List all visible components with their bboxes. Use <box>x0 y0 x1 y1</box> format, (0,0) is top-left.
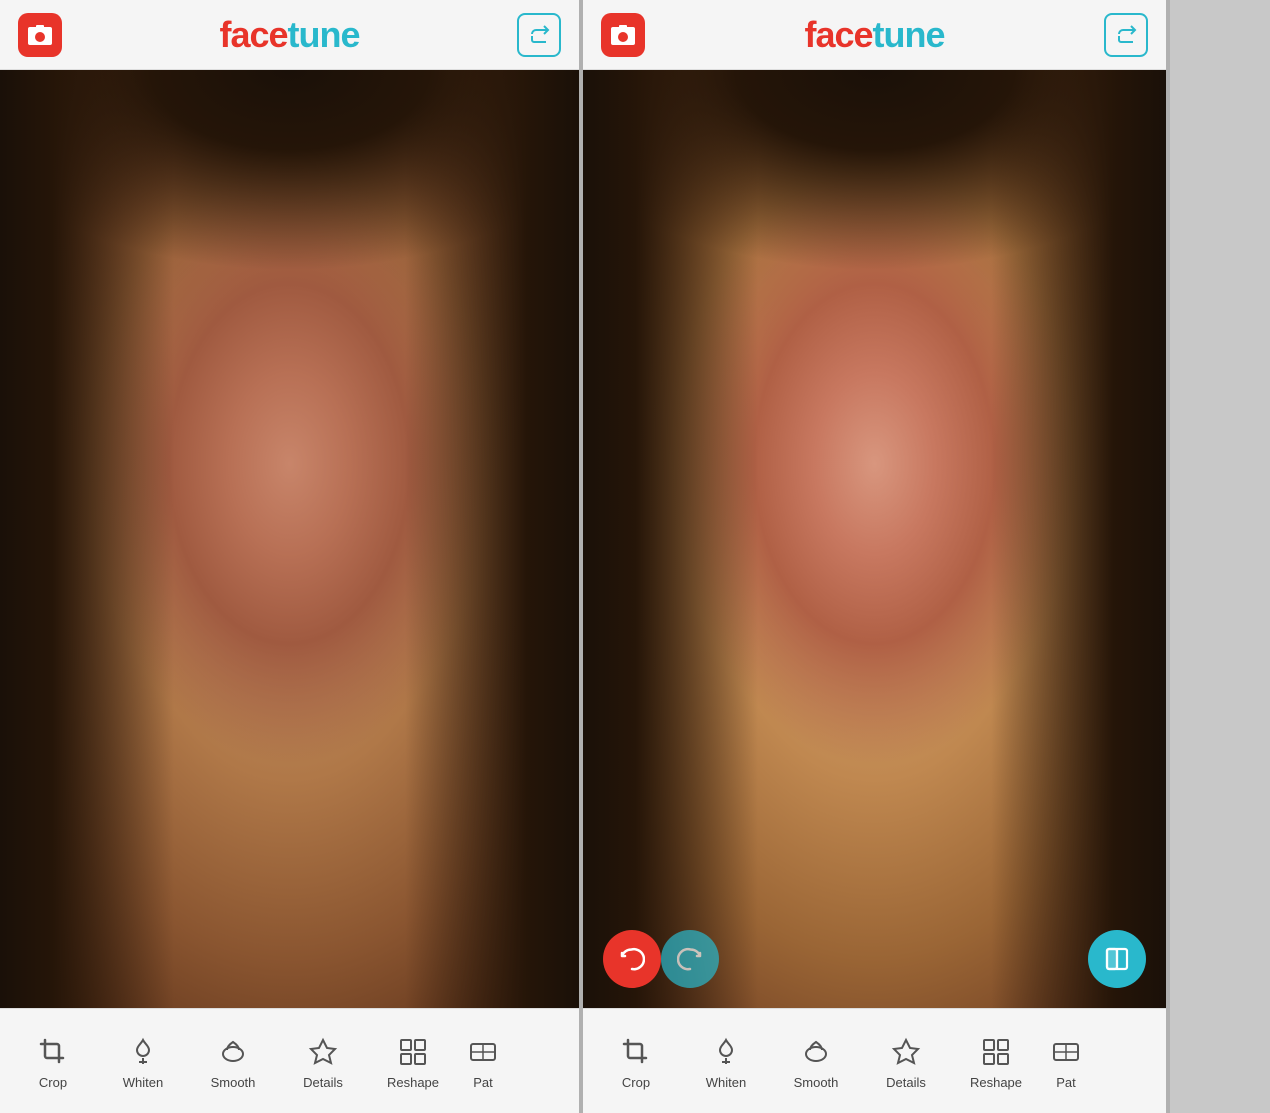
hair-right-right <box>991 70 1166 1008</box>
photo-library-button-right[interactable] <box>601 13 645 57</box>
hair-left <box>0 70 174 1008</box>
reshape-icon <box>394 1033 432 1071</box>
left-panel: facetune Crop <box>0 0 583 1113</box>
details-icon-right <box>887 1033 925 1071</box>
app-logo: facetune <box>219 14 359 56</box>
whiten-label-right: Whiten <box>706 1075 746 1090</box>
redo-icon <box>677 946 703 972</box>
tool-details-right[interactable]: Details <box>861 1025 951 1098</box>
patch-label-right: Pat <box>1056 1075 1076 1090</box>
whiten-icon <box>124 1033 162 1071</box>
reshape-icon-right <box>977 1033 1015 1071</box>
logo-face-text-right: face <box>804 14 872 55</box>
tool-details-left[interactable]: Details <box>278 1025 368 1098</box>
tool-reshape-right[interactable]: Reshape <box>951 1025 1041 1098</box>
top-bar-left: facetune <box>0 0 579 70</box>
tool-smooth-left[interactable]: Smooth <box>188 1025 278 1098</box>
hair-left-right <box>583 70 758 1008</box>
logo-face-text: face <box>219 14 287 55</box>
undo-icon <box>619 946 645 972</box>
details-label-right: Details <box>886 1075 926 1090</box>
tool-patch-left[interactable]: Pat <box>458 1025 508 1098</box>
share-button-right[interactable] <box>1104 13 1148 57</box>
undo-button[interactable] <box>603 930 661 988</box>
crop-icon-right <box>617 1033 655 1071</box>
crop-icon <box>34 1033 72 1071</box>
share-icon <box>528 24 550 46</box>
hair-right <box>405 70 579 1008</box>
tool-reshape-left[interactable]: Reshape <box>368 1025 458 1098</box>
tool-patch-right[interactable]: Pat <box>1041 1025 1091 1098</box>
toolbar-right: Crop Whiten Smooth <box>583 1008 1166 1113</box>
photo-library-button[interactable] <box>18 13 62 57</box>
smooth-label: Smooth <box>211 1075 256 1090</box>
top-bar-right: facetune <box>583 0 1166 70</box>
app-logo-right: facetune <box>804 14 944 56</box>
right-panel: facetune <box>583 0 1170 1113</box>
tool-whiten-left[interactable]: Whiten <box>98 1025 188 1098</box>
tool-smooth-right[interactable]: Smooth <box>771 1025 861 1098</box>
hair-top-right <box>583 70 1166 398</box>
after-photo <box>583 70 1166 1008</box>
smooth-icon <box>214 1033 252 1071</box>
after-image-area <box>583 70 1166 1008</box>
smooth-icon-right <box>797 1033 835 1071</box>
compare-button[interactable] <box>1088 930 1146 988</box>
photo-icon <box>27 24 53 46</box>
photo-icon-right <box>610 24 636 46</box>
logo-tune-text-right: tune <box>873 14 945 55</box>
details-label: Details <box>303 1075 343 1090</box>
before-image-area <box>0 70 579 1008</box>
details-icon <box>304 1033 342 1071</box>
patch-icon-right <box>1047 1033 1085 1071</box>
toolbar-left: Crop Whiten Smooth <box>0 1008 579 1113</box>
redo-button[interactable] <box>661 930 719 988</box>
crop-label: Crop <box>39 1075 67 1090</box>
tool-crop-right[interactable]: Crop <box>591 1025 681 1098</box>
smooth-label-right: Smooth <box>794 1075 839 1090</box>
action-buttons <box>583 930 1166 988</box>
reshape-label-right: Reshape <box>970 1075 1022 1090</box>
share-button-left[interactable] <box>517 13 561 57</box>
hair-top <box>0 70 579 398</box>
logo-tune-text: tune <box>288 14 360 55</box>
crop-label-right: Crop <box>622 1075 650 1090</box>
tool-whiten-right[interactable]: Whiten <box>681 1025 771 1098</box>
tool-crop-left[interactable]: Crop <box>8 1025 98 1098</box>
whiten-icon-right <box>707 1033 745 1071</box>
reshape-label: Reshape <box>387 1075 439 1090</box>
share-icon-right <box>1115 24 1137 46</box>
before-photo <box>0 70 579 1008</box>
compare-icon <box>1104 946 1130 972</box>
patch-icon <box>464 1033 502 1071</box>
patch-label: Pat <box>473 1075 493 1090</box>
whiten-label: Whiten <box>123 1075 163 1090</box>
